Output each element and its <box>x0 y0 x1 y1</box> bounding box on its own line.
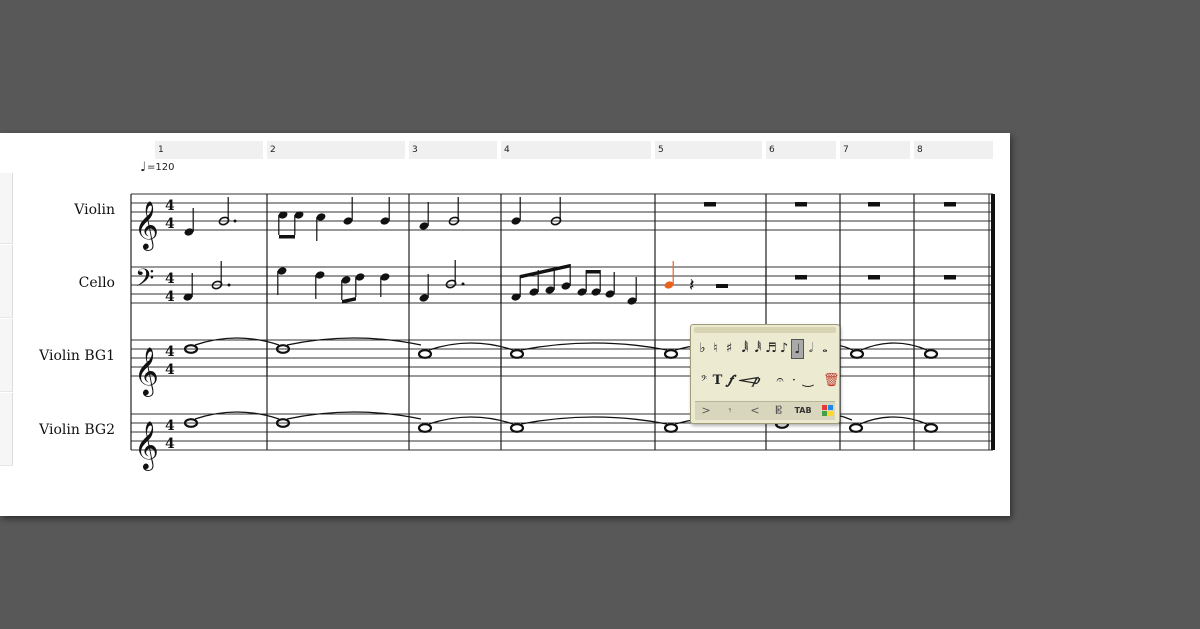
color-picker-icon[interactable] <box>821 402 835 420</box>
treble-clef-icon: 𝄞 <box>134 346 159 397</box>
whole-note <box>417 349 433 359</box>
sixteenth-note-icon[interactable]: ♬ <box>765 339 777 359</box>
whole-rest <box>795 275 807 280</box>
color-picker-swatches <box>822 405 833 416</box>
color-swatch <box>822 405 827 410</box>
treble-clef-icon: 𝄞 <box>134 420 159 471</box>
whole-note <box>509 349 525 359</box>
sharp-button[interactable]: ♯ <box>723 339 735 359</box>
augmentation-dot <box>461 282 465 286</box>
time-signature-bottom: 4 <box>165 289 175 305</box>
whole-note <box>923 423 939 433</box>
whole-rest <box>704 202 716 207</box>
whole-rest <box>868 202 880 207</box>
palette-row-tools: > 𝄾 < 𝄡 TAB <box>695 401 835 420</box>
whole-rest <box>868 275 880 280</box>
quarter-rest: 𝄽 <box>689 275 695 296</box>
forte-button[interactable]: 𝆑 <box>725 371 736 391</box>
tie <box>286 337 422 346</box>
palette-row-durations: ♭ ♮ ♯ 𝅘𝅥𝅲 𝅘𝅥𝅱 ♬ ♪ ♩ 𝅗𝅥 𝅝 <box>695 337 835 361</box>
flat-button[interactable]: ♭ <box>697 339 708 359</box>
quarter-note-icon[interactable]: ♩ <box>791 339 804 359</box>
whole-note <box>663 349 679 359</box>
whole-rest <box>795 202 807 207</box>
time-signature-top: 4 <box>165 271 175 287</box>
natural-button[interactable]: ♮ <box>710 339 721 359</box>
whole-note <box>849 349 865 359</box>
accent-icon[interactable]: > <box>699 402 713 420</box>
whole-note-icon[interactable]: 𝅝 <box>818 339 832 359</box>
augmentation-dot <box>227 283 231 287</box>
whole-note <box>923 349 939 359</box>
whole-note <box>848 423 864 433</box>
tie <box>286 411 422 420</box>
score-sheet: 1 2 3 4 5 6 7 8 ♩ =120 Violin Cello Violi… <box>0 133 1010 516</box>
color-swatch <box>828 405 833 410</box>
trash-icon[interactable]: 🗑 <box>823 371 840 391</box>
note-input-palette[interactable]: ♭ ♮ ♯ 𝅘𝅥𝅲 𝅘𝅥𝅱 ♬ ♪ ♩ 𝅗𝅥 𝅝 𝄢 T 𝆑 𝆒 𝆏 𝄐 · ‿… <box>690 324 840 424</box>
clef-change-icon[interactable]: 𝄡 <box>773 402 785 420</box>
whole-note <box>663 423 679 433</box>
time-signature-top: 4 <box>165 418 175 434</box>
whole-rest <box>944 275 956 280</box>
tie-icon[interactable]: ‿ <box>801 371 815 391</box>
color-swatch <box>822 411 827 416</box>
time-signature-top: 4 <box>165 198 175 214</box>
note-beam <box>279 235 295 239</box>
palette-drag-handle[interactable] <box>694 327 836 333</box>
hairpin-icon[interactable]: < <box>745 402 765 420</box>
whole-note <box>417 423 433 433</box>
accent-dynamic-button[interactable]: 𝆒 <box>738 371 758 391</box>
whole-note <box>509 423 525 433</box>
final-barline-thick <box>991 194 995 450</box>
sixty-fourth-note-icon[interactable]: 𝅘𝅥𝅲 <box>739 339 751 359</box>
time-signature-bottom: 4 <box>165 362 175 378</box>
augmentation-dot <box>233 219 237 223</box>
flat-clef-icon[interactable]: 𝄢 <box>697 371 711 391</box>
fermata-icon[interactable]: 𝄐 <box>773 371 787 391</box>
dot-icon[interactable]: · <box>789 371 799 391</box>
piano-button[interactable]: 𝆏 <box>751 371 762 391</box>
staccato-icon[interactable]: 𝄾 <box>723 402 737 420</box>
bass-clef-icon: 𝄢 <box>135 264 154 299</box>
text-tool-button[interactable]: T <box>712 371 723 391</box>
color-swatch <box>828 411 833 416</box>
treble-clef-icon: 𝄞 <box>134 200 159 251</box>
whole-rest <box>944 202 956 207</box>
score-notation: 𝄞 4 4 𝄢 4 4 𝄞 4 4 𝄞 4 4 𝄽 <box>130 193 995 471</box>
time-signature-bottom: 4 <box>165 436 175 452</box>
time-signature-bottom: 4 <box>165 216 175 232</box>
half-note-icon[interactable]: 𝅗𝅥 <box>805 339 817 359</box>
half-rest <box>716 284 728 288</box>
note-beam <box>586 270 600 274</box>
thirty-second-note-icon[interactable]: 𝅘𝅥𝅱 <box>752 339 764 359</box>
tab-button[interactable]: TAB <box>791 402 815 420</box>
eighth-note-icon[interactable]: ♪ <box>778 339 790 359</box>
palette-row-text: 𝄢 T 𝆑 𝆒 𝆏 𝄐 · ‿ 🗑 <box>695 369 840 393</box>
time-signature-top: 4 <box>165 344 175 360</box>
